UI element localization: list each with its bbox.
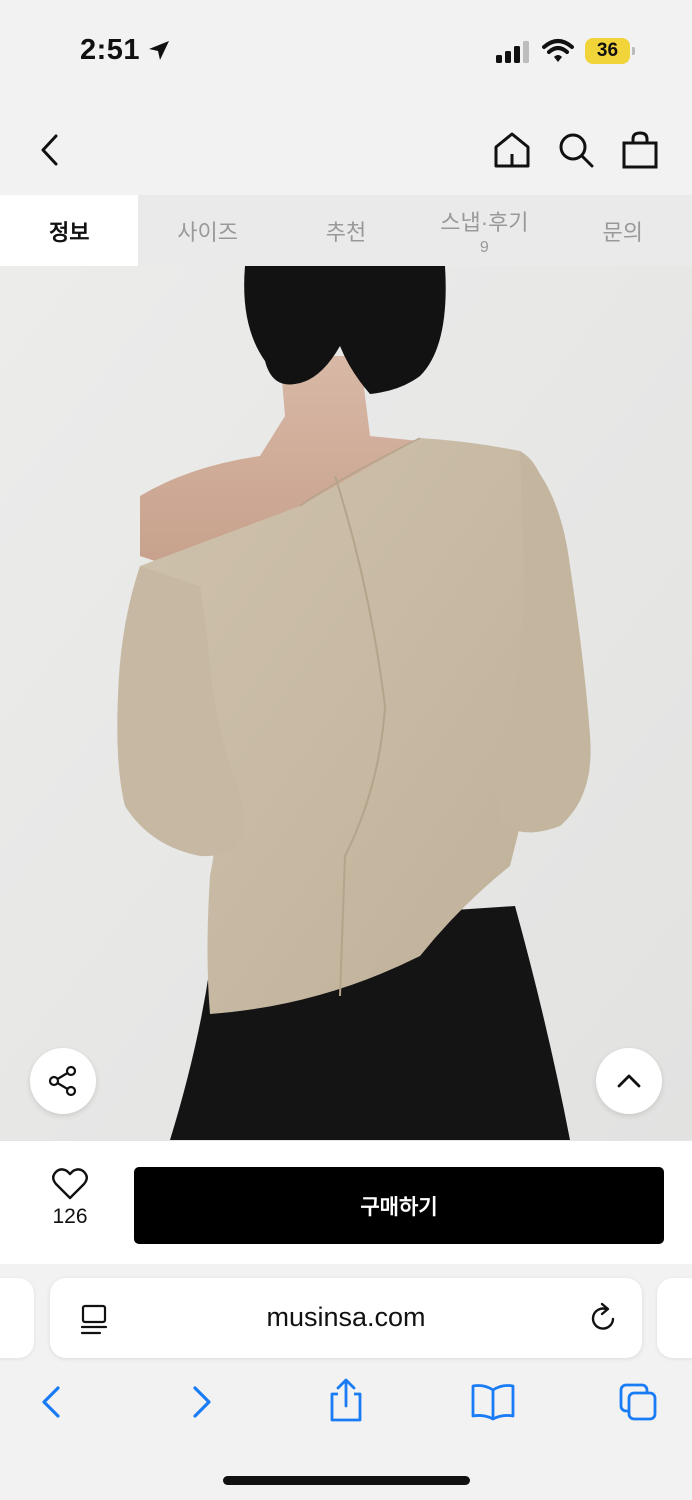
product-photo [0,266,692,1140]
address-bar[interactable]: musinsa.com [50,1278,642,1358]
browser-chrome: musinsa.com [0,1264,692,1500]
tab-count: 9 [479,238,489,256]
reload-icon[interactable] [589,1302,619,1334]
tab-snap-review[interactable]: 스냅·후기 9 [415,195,553,266]
tab-inquiry[interactable]: 문의 [554,195,692,266]
location-arrow-icon [149,41,169,60]
tab-label: 추천 [325,219,367,245]
battery-indicator: 36 [585,38,635,64]
url-text: musinsa.com [266,1302,426,1332]
product-image[interactable] [0,266,692,1140]
back-icon[interactable] [30,130,70,170]
scroll-top-icon [617,1074,641,1088]
share-button[interactable] [30,1048,96,1114]
browser-forward-icon[interactable] [181,1382,221,1422]
status-bar: 2:51 36 [0,0,692,100]
tab-label: 스냅·후기 [440,209,529,235]
like-button[interactable]: 126 [30,1167,110,1229]
previous-tab-card[interactable] [0,1278,34,1358]
app-header [0,100,692,195]
search-icon[interactable] [556,130,596,170]
scroll-top-button[interactable] [596,1048,662,1114]
tab-label: 사이즈 [177,219,238,245]
browser-share-icon[interactable] [326,1378,366,1424]
tab-label: 문의 [602,219,643,245]
buy-button[interactable]: 구매하기 [134,1167,664,1244]
tab-recommend[interactable]: 추천 [277,195,415,266]
wifi-icon [542,39,574,62]
tab-label: 정보 [48,219,90,245]
share-icon [48,1065,77,1097]
tabs-icon[interactable] [618,1382,658,1422]
buy-bar: 126 구매하기 [0,1140,692,1264]
bag-icon[interactable] [620,130,660,170]
status-time: 2:51 [80,34,141,66]
next-tab-card[interactable] [657,1278,692,1358]
heart-icon [52,1168,88,1200]
bookmarks-icon[interactable] [470,1382,516,1422]
signal-icon [496,41,529,63]
battery-tip [632,47,635,55]
tab-size[interactable]: 사이즈 [138,195,276,266]
product-tabs: 정보 사이즈 추천 스냅·후기 9 문의 [0,195,692,266]
home-indicator [223,1476,470,1485]
browser-back-icon[interactable] [32,1382,72,1422]
tab-info[interactable]: 정보 [0,195,139,266]
battery-level: 36 [585,38,630,64]
home-icon[interactable] [492,130,532,170]
like-count: 126 [52,1205,88,1228]
screen: 2:51 36 정보 사이즈 추천 스냅·후기 9 문의 126 구매하기 mu… [0,0,692,1500]
